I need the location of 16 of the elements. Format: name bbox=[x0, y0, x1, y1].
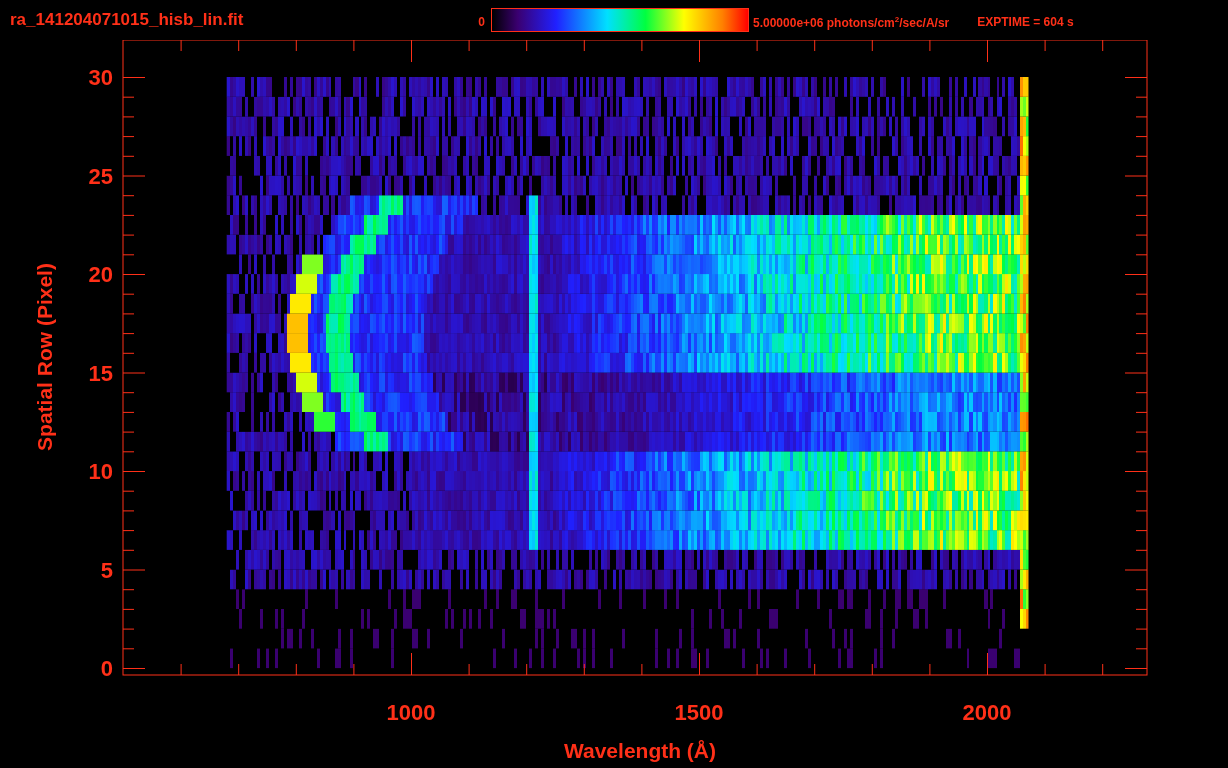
x-tick-label: 2000 bbox=[962, 700, 1012, 725]
y-tick-label: 0 bbox=[100, 656, 113, 681]
x-tick-label: 1000 bbox=[386, 700, 436, 725]
y-axis-title: Spatial Row (Pixel) bbox=[33, 263, 56, 451]
y-tick-label: 30 bbox=[88, 65, 113, 90]
y-tick-label: 25 bbox=[88, 163, 113, 189]
colorbar-max-label: 5.00000e+06 photons/cm$^{2}$/sec/A/sr bbox=[753, 14, 950, 30]
file-title: ra_141204071015_hisb_lin.fit bbox=[10, 10, 245, 30]
y-tick-label: 5 bbox=[100, 557, 113, 583]
colorbar-min-label: 0 bbox=[477, 15, 485, 29]
x-tick-label: 1500 bbox=[674, 700, 724, 725]
exposure-time: EXPTIME = 604 s bbox=[977, 15, 1074, 29]
y-tick-label: 20 bbox=[88, 262, 113, 287]
x-axis-title: Wavelength (Å) bbox=[563, 739, 717, 762]
y-tick-label: 10 bbox=[88, 459, 113, 484]
y-tick-label: 15 bbox=[88, 360, 113, 386]
